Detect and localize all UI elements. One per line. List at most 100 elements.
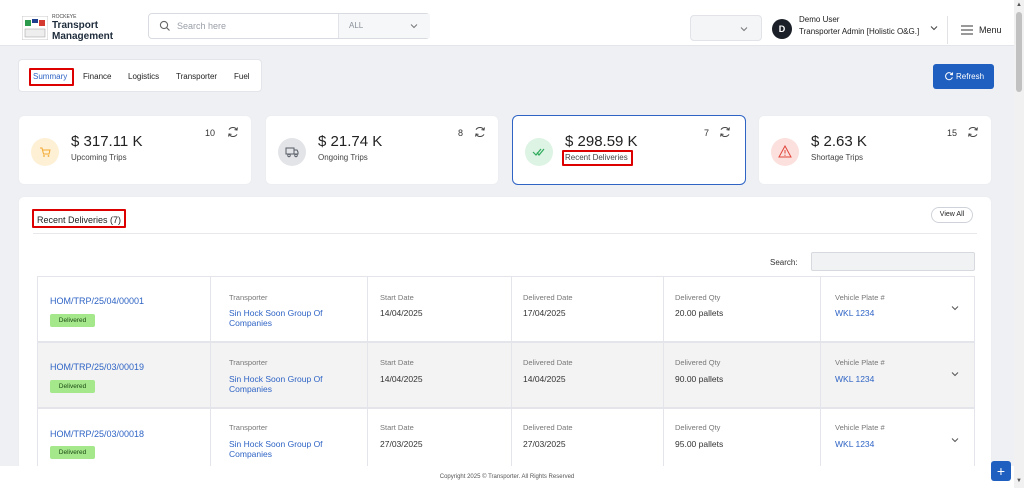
delivered-date-value: 14/04/2025 [523,374,566,384]
delivered-qty-value: 90.00 pallets [675,374,724,384]
footer: Copyright 2025 © Transporter. All Rights… [0,466,1014,488]
divider [820,277,821,343]
search-input[interactable]: Search here [177,21,226,31]
delivered-date-header: Delivered Date [523,358,573,367]
delivered-qty-value: 95.00 pallets [675,439,724,449]
stat-count: 10 [205,128,216,138]
transporter-link[interactable]: Sin Hock Soon Group Of [229,439,323,449]
vehicle-plate-link[interactable]: WKL 1234 [835,439,874,449]
stat-label: Shortage Trips [811,153,864,162]
vehicle-plate-link[interactable]: WKL 1234 [835,374,874,384]
trip-id-link[interactable]: HOM/TRP/25/03/00018 [50,429,144,439]
transporter-header: Transporter [229,358,268,367]
logo-title-line2: Management [52,31,114,42]
company-select[interactable] [690,15,762,41]
table-search-input[interactable] [811,252,975,271]
stat-card-shortage-trips[interactable]: $ 2.63 K Shortage Trips 15 [758,115,992,185]
scroll-down-arrow-icon[interactable]: ▼ [1016,478,1022,484]
dashboard-tabs: Summary Finance Logistics Transporter Fu… [18,59,262,92]
trip-id-link[interactable]: HOM/TRP/25/04/00001 [50,296,144,306]
highlight-box [562,150,633,166]
divider [210,409,211,470]
table-row[interactable]: HOM/TRP/25/04/00001 Delivered Transporte… [37,276,975,343]
view-all-button[interactable]: View All [931,207,973,223]
start-date-header: Start Date [380,423,414,432]
refresh-icon[interactable] [966,125,980,139]
stat-label: Ongoing Trips [318,153,368,162]
stat-label: Upcoming Trips [71,153,127,162]
add-button[interactable]: + [991,461,1011,481]
status-badge: Delivered [50,314,95,327]
stat-card-recent-deliveries[interactable]: $ 298.59 K Recent Deliveries 7 [512,115,746,185]
vehicle-plate-header: Vehicle Plate # [835,358,885,367]
trip-id-link[interactable]: HOM/TRP/25/03/00019 [50,362,144,372]
delivered-qty-header: Delivered Qty [675,423,721,432]
start-date-value: 14/04/2025 [380,308,423,318]
search-icon [159,20,170,31]
avatar[interactable]: D [772,19,792,39]
divider [820,409,821,470]
menu-button[interactable]: Menu [959,23,1005,37]
transporter-link[interactable]: Companies [229,384,272,394]
page-scrollbar[interactable]: ▲ ▼ [1014,0,1024,488]
delivered-date-value: 27/03/2025 [523,439,566,449]
tab-logistics[interactable]: Logistics [128,72,159,81]
stat-card-upcoming-trips[interactable]: $ 317.11 K Upcoming Trips 10 [18,115,252,185]
user-role[interactable]: Transporter Admin [Holistic O&G.] [799,27,919,36]
logo-title-line1: Transport [52,20,99,31]
check-double-icon [525,138,553,166]
refresh-icon[interactable] [226,125,240,139]
divider [367,409,368,470]
delivered-date-header: Delivered Date [523,293,573,302]
stat-value: $ 21.74 K [318,133,383,150]
scroll-up-arrow-icon[interactable]: ▲ [1016,2,1022,8]
transporter-link[interactable]: Sin Hock Soon Group Of [229,308,323,318]
transporter-link[interactable]: Companies [229,449,272,459]
global-search[interactable]: Search here ALL [148,13,430,39]
stat-value: $ 317.11 K [71,133,143,150]
delivered-date-header: Delivered Date [523,423,573,432]
recent-deliveries-panel: Recent Deliveries (7) View All Search: H… [18,196,992,471]
tab-fuel[interactable]: Fuel [234,72,250,81]
stat-value: $ 2.63 K [811,133,867,150]
refresh-button[interactable]: Refresh [933,64,994,89]
table-row[interactable]: HOM/TRP/25/03/00018 Delivered Transporte… [37,408,975,470]
stat-card-ongoing-trips[interactable]: $ 21.74 K Ongoing Trips 8 [265,115,499,185]
warning-icon [771,138,799,166]
app-logo[interactable]: ROCKEYE Transport Management [22,14,114,44]
tab-finance[interactable]: Finance [83,72,111,81]
highlight-box [32,209,126,228]
scroll-thumb[interactable] [1016,12,1022,92]
logo-mark-icon [22,16,48,40]
user-name[interactable]: Demo User [799,15,839,24]
divider [947,16,948,44]
stat-count: 7 [704,128,710,138]
divider [367,277,368,343]
top-bar: ROCKEYE Transport Management Search here… [0,0,1024,46]
transporter-link[interactable]: Companies [229,318,272,328]
delivered-qty-header: Delivered Qty [675,293,721,302]
divider [820,343,821,409]
vehicle-plate-link[interactable]: WKL 1234 [835,308,874,318]
expand-chevron-icon[interactable] [950,369,960,379]
refresh-icon[interactable] [473,125,487,139]
delivered-qty-value: 20.00 pallets [675,308,724,318]
user-menu-chevron-icon[interactable] [929,23,939,33]
expand-chevron-icon[interactable] [950,435,960,445]
chevron-down-icon [740,27,748,32]
tab-transporter[interactable]: Transporter [176,72,217,81]
expand-chevron-icon[interactable] [950,303,960,313]
stat-count: 15 [947,128,958,138]
delivered-qty-header: Delivered Qty [675,358,721,367]
hamburger-icon [961,25,973,35]
divider [210,343,211,409]
start-date-value: 27/03/2025 [380,439,423,449]
transporter-link[interactable]: Sin Hock Soon Group Of [229,374,323,384]
refresh-icon[interactable] [718,125,732,139]
table-row[interactable]: HOM/TRP/25/03/00019 Delivered Transporte… [37,342,975,409]
vehicle-plate-header: Vehicle Plate # [835,423,885,432]
status-badge: Delivered [50,446,95,459]
search-scope-select[interactable]: ALL [338,14,430,38]
divider [663,277,664,343]
chevron-down-icon [410,24,418,29]
